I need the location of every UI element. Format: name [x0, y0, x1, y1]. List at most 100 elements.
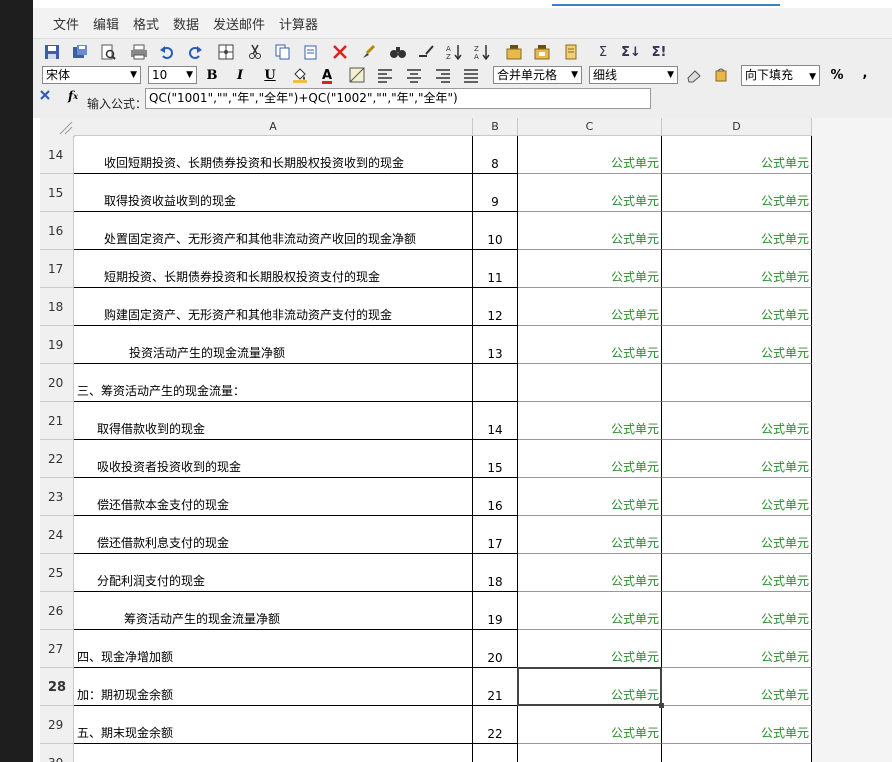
cell-d27[interactable]: 公式单元	[662, 630, 812, 668]
cancel-formula-icon[interactable]	[37, 87, 53, 103]
cell-c20[interactable]	[518, 364, 662, 402]
cell-a24[interactable]: 偿还借款利息支付的现金	[74, 516, 473, 554]
fill-direction-select[interactable]: 向下填充 ▼	[741, 65, 820, 86]
cell-b28[interactable]: 21	[473, 668, 518, 706]
comma-button[interactable]: ,	[855, 63, 875, 83]
cell-c19[interactable]: 公式单元	[518, 326, 662, 364]
row-header[interactable]: 22	[40, 440, 74, 478]
fill-color-icon[interactable]	[290, 65, 310, 85]
row-header[interactable]: 27	[40, 630, 74, 668]
row-header[interactable]: 17	[40, 250, 74, 288]
cell-a28[interactable]: 加：期初现金余额	[74, 668, 473, 706]
cell-b20[interactable]	[473, 364, 518, 402]
cell-a15[interactable]: 取得投资收益收到的现金	[74, 174, 473, 212]
fill-handle[interactable]	[659, 703, 664, 708]
row-header[interactable]: 25	[40, 554, 74, 592]
cell-b29[interactable]: 22	[473, 706, 518, 744]
menu-calculator[interactable]: 计算器	[279, 14, 318, 33]
cell-a20[interactable]: 三、筹资活动产生的现金流量：	[74, 364, 473, 402]
row-header[interactable]: 24	[40, 516, 74, 554]
cell-a30[interactable]	[74, 744, 473, 762]
row-header[interactable]: 18	[40, 288, 74, 326]
cell-c24[interactable]: 公式单元	[518, 516, 662, 554]
align-left-icon[interactable]	[375, 65, 395, 85]
function-icon[interactable]: fx	[63, 86, 83, 106]
column-header-c[interactable]: C	[518, 118, 662, 136]
replace-icon[interactable]	[416, 42, 436, 62]
cell-b30[interactable]	[473, 744, 518, 762]
cell-b18[interactable]: 12	[473, 288, 518, 326]
formula-input[interactable]: QC("1001","","年","全年")+QC("1002","","年",…	[145, 88, 651, 109]
font-name-select[interactable]: 宋体 ▼	[42, 66, 141, 84]
cell-d29[interactable]: 公式单元	[662, 706, 812, 744]
font-size-select[interactable]: 10 ▼	[148, 66, 197, 84]
sheet-properties-icon[interactable]	[561, 42, 581, 62]
row-header[interactable]: 26	[40, 592, 74, 630]
menu-send-mail[interactable]: 发送邮件	[213, 14, 265, 33]
cell-c28[interactable]: 公式单元	[518, 668, 662, 706]
cell-a29[interactable]: 五、期末现金余额	[74, 706, 473, 744]
cell-d17[interactable]: 公式单元	[662, 250, 812, 288]
cell-b19[interactable]: 13	[473, 326, 518, 364]
print-icon[interactable]	[129, 42, 149, 62]
cell-d19[interactable]: 公式单元	[662, 326, 812, 364]
cell-c14[interactable]: 公式单元	[518, 136, 662, 174]
column-header-b[interactable]: B	[473, 118, 518, 136]
cell-b23[interactable]: 16	[473, 478, 518, 516]
cell-c22[interactable]: 公式单元	[518, 440, 662, 478]
cell-b17[interactable]: 11	[473, 250, 518, 288]
insert-row-icon[interactable]	[504, 42, 524, 62]
cell-d24[interactable]: 公式单元	[662, 516, 812, 554]
eraser-icon[interactable]	[684, 65, 704, 85]
print-preview-icon[interactable]	[98, 42, 118, 62]
row-header[interactable]: 15	[40, 174, 74, 212]
sort-descending-icon[interactable]: ZA	[472, 42, 492, 62]
cell-c17[interactable]: 公式单元	[518, 250, 662, 288]
row-header[interactable]: 23	[40, 478, 74, 516]
sum-column-icon[interactable]: Σ↓	[621, 42, 641, 62]
cell-c29[interactable]: 公式单元	[518, 706, 662, 744]
cell-a25[interactable]: 分配利润支付的现金	[74, 554, 473, 592]
percent-button[interactable]: %	[827, 65, 847, 85]
save-as-icon[interactable]	[70, 42, 90, 62]
cell-a17[interactable]: 短期投资、长期债券投资和长期股权投资支付的现金	[74, 250, 473, 288]
column-header-a[interactable]: A	[74, 118, 473, 136]
cell-d16[interactable]: 公式单元	[662, 212, 812, 250]
menu-format[interactable]: 格式	[133, 14, 159, 33]
cell-a27[interactable]: 四、现金净增加额	[74, 630, 473, 668]
cell-c18[interactable]: 公式单元	[518, 288, 662, 326]
cell-d15[interactable]: 公式单元	[662, 174, 812, 212]
column-header-d[interactable]: D	[662, 118, 812, 136]
sum-icon[interactable]: Σ	[593, 42, 613, 62]
cell-b27[interactable]: 20	[473, 630, 518, 668]
grid-select-icon[interactable]	[216, 42, 236, 62]
format-brush-icon[interactable]	[359, 42, 379, 62]
cell-c16[interactable]: 公式单元	[518, 212, 662, 250]
cell-d22[interactable]: 公式单元	[662, 440, 812, 478]
align-right-icon[interactable]	[433, 65, 453, 85]
bold-button[interactable]: B	[202, 65, 222, 85]
cell-b16[interactable]: 10	[473, 212, 518, 250]
redo-icon[interactable]	[185, 42, 205, 62]
cell-b21[interactable]: 14	[473, 402, 518, 440]
cell-c30[interactable]	[518, 744, 662, 762]
cell-d28[interactable]: 公式单元	[662, 668, 812, 706]
italic-button[interactable]: I	[230, 65, 250, 85]
cell-d20[interactable]	[662, 364, 812, 402]
menu-file[interactable]: 文件	[53, 14, 79, 33]
cell-d25[interactable]: 公式单元	[662, 554, 812, 592]
row-header[interactable]: 30	[40, 744, 74, 762]
row-header[interactable]: 20	[40, 364, 74, 402]
cell-b26[interactable]: 19	[473, 592, 518, 630]
undo-icon[interactable]	[157, 42, 177, 62]
insert-col-icon[interactable]	[532, 42, 552, 62]
cell-c23[interactable]: 公式单元	[518, 478, 662, 516]
cell-b22[interactable]: 15	[473, 440, 518, 478]
cell-a18[interactable]: 购建固定资产、无形资产和其他非流动资产支付的现金	[74, 288, 473, 326]
cell-d18[interactable]: 公式单元	[662, 288, 812, 326]
row-header[interactable]: 19	[40, 326, 74, 364]
row-header[interactable]: 21	[40, 402, 74, 440]
menu-edit[interactable]: 编辑	[93, 14, 119, 33]
save-icon[interactable]	[42, 42, 62, 62]
cell-b24[interactable]: 17	[473, 516, 518, 554]
